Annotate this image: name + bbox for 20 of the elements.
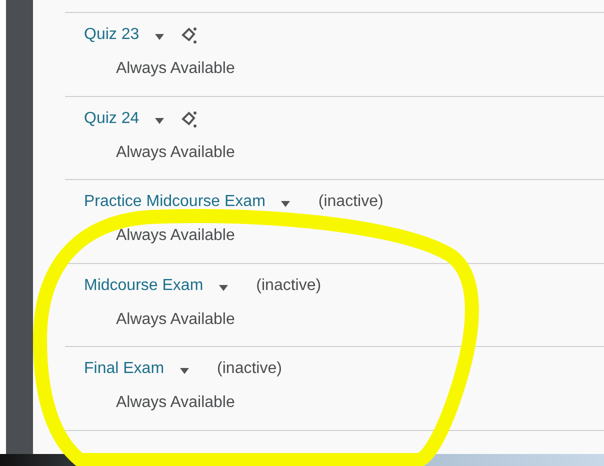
availability-text: Always Available: [115, 393, 236, 414]
availability-text: Always Available: [115, 142, 236, 163]
status-label: (inactive): [217, 359, 282, 380]
availability-text: Always Available: [115, 226, 236, 246]
status-label: (inactive): [256, 276, 322, 296]
availability-text: Always Available: [115, 310, 236, 330]
item-title-link[interactable]: Final Exam: [84, 357, 164, 382]
caret-icon[interactable]: [155, 118, 164, 124]
item-title-link[interactable]: Quiz 23: [84, 23, 140, 47]
item-title-link[interactable]: Quiz 24: [84, 106, 140, 131]
availability-text: Always Available: [115, 59, 236, 79]
diamond-icon: [180, 110, 198, 128]
caret-icon[interactable]: [281, 201, 290, 208]
caret-icon[interactable]: [155, 34, 164, 40]
diamond-icon: [180, 26, 198, 44]
status-label: (inactive): [318, 192, 384, 212]
item-title-link[interactable]: Midcourse Exam: [84, 274, 204, 298]
item-title-link[interactable]: Practice Midcourse Exam: [84, 190, 266, 214]
caret-icon[interactable]: [180, 368, 190, 374]
caret-icon[interactable]: [219, 284, 228, 291]
